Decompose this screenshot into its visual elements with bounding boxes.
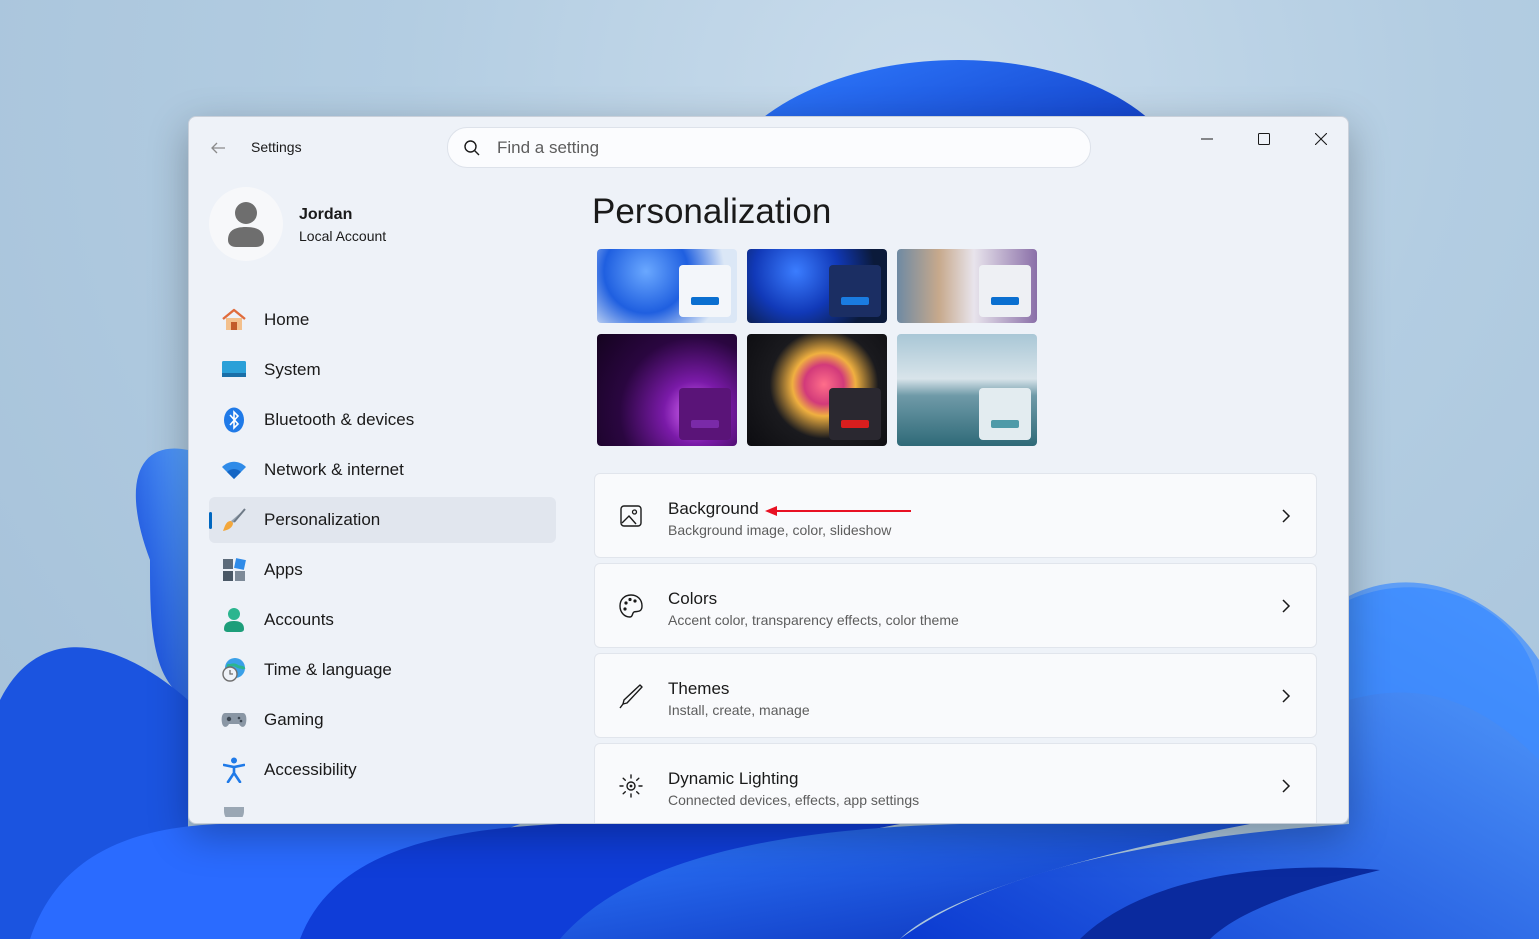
- background-card[interactable]: Background Background image, color, slid…: [594, 473, 1317, 558]
- chevron-right-icon: [1276, 596, 1296, 616]
- sidebar-item-time-language[interactable]: Time & language: [209, 647, 556, 693]
- lighting-icon: [617, 772, 645, 800]
- themes-card[interactable]: Themes Install, create, manage: [594, 653, 1317, 738]
- sidebar-item-accounts[interactable]: Accounts: [209, 597, 556, 643]
- palette-icon: [617, 592, 645, 620]
- person-icon: [221, 607, 247, 633]
- accessibility-icon: [221, 757, 247, 783]
- card-title: Colors: [668, 589, 718, 608]
- theme-preview-window: [679, 265, 731, 317]
- apps-icon: [221, 557, 247, 583]
- theme-thumbnail-captured-motion[interactable]: [747, 334, 887, 446]
- card-title: Themes: [668, 679, 730, 698]
- theme-accent-bar: [991, 297, 1019, 305]
- chevron-right-icon: [1276, 506, 1296, 526]
- settings-window: Settings Jordan: [188, 116, 1349, 824]
- card-title: Background: [668, 499, 759, 518]
- theme-thumbnail-glow[interactable]: [597, 334, 737, 446]
- back-arrow-icon: [211, 142, 225, 154]
- sidebar-item-label: Accessibility: [264, 760, 357, 779]
- colors-card[interactable]: Colors Accent color, transparency effect…: [594, 563, 1317, 648]
- theme-accent-bar: [991, 420, 1019, 428]
- avatar[interactable]: [209, 187, 283, 261]
- theme-thumbnail-blossom[interactable]: [897, 249, 1037, 323]
- system-icon: [221, 357, 247, 383]
- wifi-icon: [221, 457, 247, 483]
- gamepad-icon: [221, 707, 247, 733]
- brush-icon: [221, 507, 247, 533]
- shield-icon: [221, 807, 247, 817]
- sidebar-item-label: Apps: [264, 560, 303, 579]
- title-bar: Settings: [189, 117, 1348, 179]
- theme-accent-bar: [691, 297, 719, 305]
- maximize-button[interactable]: [1235, 121, 1292, 157]
- search-icon: [464, 139, 480, 155]
- sidebar-item-label: Network & internet: [264, 460, 404, 479]
- home-icon: [221, 307, 247, 333]
- card-subtitle: Install, create, manage: [668, 702, 810, 718]
- back-button[interactable]: [205, 135, 231, 161]
- sidebar-item-bluetooth[interactable]: Bluetooth & devices: [209, 397, 556, 443]
- sidebar-item-apps[interactable]: Apps: [209, 547, 556, 593]
- theme-thumbnail-dark-bloom[interactable]: [747, 249, 887, 323]
- sidebar-item-label: System: [264, 360, 321, 379]
- card-subtitle: Connected devices, effects, app settings: [668, 792, 920, 808]
- account-type: Local Account: [299, 228, 387, 244]
- dynamic-lighting-card[interactable]: Dynamic Lighting Connected devices, effe…: [594, 743, 1317, 823]
- theme-accent-bar: [841, 420, 869, 428]
- theme-preview-window: [679, 388, 731, 440]
- app-title: Settings: [251, 139, 302, 155]
- maximize-icon: [1257, 133, 1270, 145]
- theme-preview-window: [829, 388, 881, 440]
- chevron-right-icon: [1276, 776, 1296, 796]
- card-subtitle: Accent color, transparency effects, colo…: [668, 612, 959, 628]
- card-title: Dynamic Lighting: [668, 769, 799, 788]
- sidebar-item-network[interactable]: Network & internet: [209, 447, 556, 493]
- minimize-icon: [1200, 138, 1213, 140]
- theme-accent-bar: [691, 420, 719, 428]
- close-button[interactable]: [1292, 121, 1348, 157]
- page-title: Personalization: [592, 192, 832, 231]
- theme-gallery: [596, 249, 1040, 447]
- sidebar-item-home[interactable]: Home: [209, 297, 556, 343]
- chevron-right-icon: [1276, 686, 1296, 706]
- theme-preview-window: [979, 388, 1031, 440]
- search-box[interactable]: [447, 127, 1091, 168]
- pen-icon: [617, 682, 645, 710]
- sidebar-item-accessibility[interactable]: Accessibility: [209, 747, 556, 793]
- sidebar-item-label: Home: [264, 310, 310, 329]
- theme-thumbnail-light-bloom[interactable]: [597, 249, 737, 323]
- close-icon: [1314, 133, 1327, 145]
- minimize-button[interactable]: [1178, 121, 1235, 157]
- theme-accent-bar: [841, 297, 869, 305]
- user-name: Jordan: [299, 206, 353, 223]
- sidebar-item-gaming[interactable]: Gaming: [209, 697, 556, 743]
- theme-preview-window: [979, 265, 1031, 317]
- annotation-arrow-icon: [765, 506, 911, 516]
- theme-preview-window: [829, 265, 881, 317]
- sidebar-item-partial: [209, 797, 556, 817]
- user-silhouette-icon: [228, 202, 264, 247]
- sidebar-item-system[interactable]: System: [209, 347, 556, 393]
- sidebar-nav: Home System Bluetooth & devices Network …: [209, 297, 556, 821]
- card-subtitle: Background image, color, slideshow: [668, 522, 892, 538]
- image-icon: [617, 502, 645, 530]
- sidebar-item-personalization[interactable]: Personalization: [209, 497, 556, 543]
- sidebar-item-label: Bluetooth & devices: [264, 410, 415, 429]
- theme-thumbnail-flow[interactable]: [897, 334, 1037, 446]
- bluetooth-icon: [221, 407, 247, 433]
- search-input[interactable]: [497, 137, 1057, 158]
- sidebar-item-label: Personalization: [264, 510, 381, 529]
- globe-clock-icon: [221, 657, 247, 683]
- sidebar-item-label: Time & language: [264, 660, 392, 679]
- sidebar-item-label: Accounts: [264, 610, 334, 629]
- sidebar-item-label: Gaming: [264, 710, 324, 729]
